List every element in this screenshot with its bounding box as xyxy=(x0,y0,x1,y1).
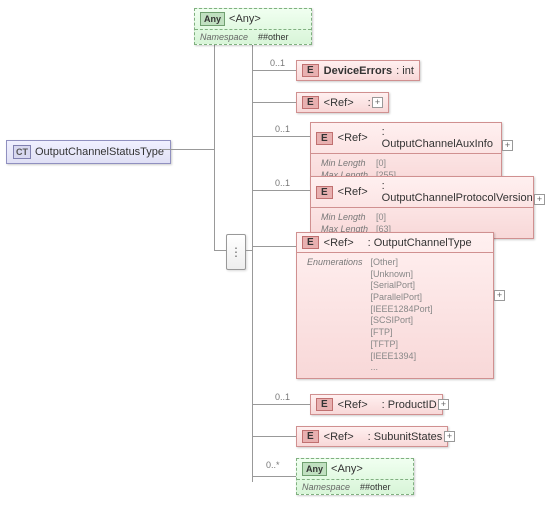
e-badge-icon: E xyxy=(302,430,319,443)
sequence-dots-icon xyxy=(230,245,242,259)
connector-line xyxy=(252,70,296,71)
connector-line xyxy=(252,436,296,437)
namespace-value: ##other xyxy=(360,482,391,492)
ref-label: <Ref> xyxy=(324,97,354,109)
connector-line xyxy=(252,404,310,405)
connector-line xyxy=(214,149,215,250)
element-type: : OutputChannelType xyxy=(368,237,472,249)
any-wildcard-node[interactable]: Any <Any> Namespace ##other xyxy=(296,458,414,495)
connector-line xyxy=(252,190,310,191)
occurrence-label: 0..1 xyxy=(270,58,285,68)
ref-label: <Ref> xyxy=(338,132,368,144)
connector-line xyxy=(161,149,214,150)
element-type: : ProductID xyxy=(382,399,437,411)
element-type: : OutputChannelProtocolVersion xyxy=(382,180,533,204)
expand-toggle-icon[interactable]: + xyxy=(502,140,513,151)
element-node-productid[interactable]: E <Ref> : ProductID xyxy=(310,394,443,415)
connector-line xyxy=(252,246,296,247)
element-type: : SubunitStates xyxy=(368,431,443,443)
element-type: : OutputChannelAuxInfo xyxy=(382,126,496,150)
sequence-compositor-icon[interactable] xyxy=(226,234,246,270)
namespace-value: ##other xyxy=(258,32,289,42)
ref-label: <Ref> xyxy=(338,399,368,411)
connector-line xyxy=(252,102,296,103)
element-node-protocolversion[interactable]: E <Ref> : OutputChannelProtocolVersion M… xyxy=(310,176,534,239)
occurrence-label: 0..1 xyxy=(275,392,290,402)
e-badge-icon: E xyxy=(302,96,319,109)
expand-toggle-icon[interactable]: + xyxy=(494,290,505,301)
expand-toggle-icon[interactable]: + xyxy=(372,97,383,108)
any-badge-icon: Any xyxy=(200,12,225,26)
element-label: DeviceErrors xyxy=(324,65,393,77)
occurrence-label: 0..* xyxy=(266,460,280,470)
e-badge-icon: E xyxy=(302,64,319,77)
expand-toggle-icon[interactable]: + xyxy=(534,194,545,205)
e-badge-icon: E xyxy=(316,398,333,411)
complex-type-node[interactable]: CT OutputChannelStatusType xyxy=(6,140,171,164)
ref-label: <Ref> xyxy=(324,237,354,249)
element-node-subunitstates[interactable]: E <Ref> : SubunitStates xyxy=(296,426,448,447)
expand-toggle-icon[interactable]: + xyxy=(438,399,449,410)
e-badge-icon: E xyxy=(316,186,333,199)
connector-line xyxy=(214,250,226,251)
namespace-label: Namespace xyxy=(302,482,350,492)
any-badge-icon: Any xyxy=(302,462,327,476)
enum-panel: Enumerations [Other] [Unknown] [SerialPo… xyxy=(297,252,493,378)
element-type: : int xyxy=(396,65,414,77)
element-node-deviceerrors[interactable]: E DeviceErrors : int xyxy=(296,60,420,81)
connector-line xyxy=(252,136,310,137)
connector-line xyxy=(245,250,253,251)
connector-spine xyxy=(252,24,253,482)
namespace-label: Namespace xyxy=(200,32,248,42)
occurrence-label: 0..1 xyxy=(275,124,290,134)
e-badge-icon: E xyxy=(302,236,319,249)
any-wildcard-node[interactable]: Any <Any> Namespace ##other xyxy=(194,8,312,45)
element-node-channeltype[interactable]: E <Ref> : OutputChannelType Enumerations… xyxy=(296,232,494,379)
any-label: <Any> xyxy=(229,13,261,25)
e-badge-icon: E xyxy=(316,132,333,145)
connector-line xyxy=(252,476,296,477)
expand-toggle-icon[interactable]: + xyxy=(444,431,455,442)
complex-type-name: OutputChannelStatusType xyxy=(35,146,164,158)
ref-label: <Ref> xyxy=(324,431,354,443)
occurrence-label: 0..1 xyxy=(275,178,290,188)
any-label: <Any> xyxy=(331,463,363,475)
ct-badge-icon: CT xyxy=(13,145,31,159)
ref-label: <Ref> xyxy=(338,186,368,198)
